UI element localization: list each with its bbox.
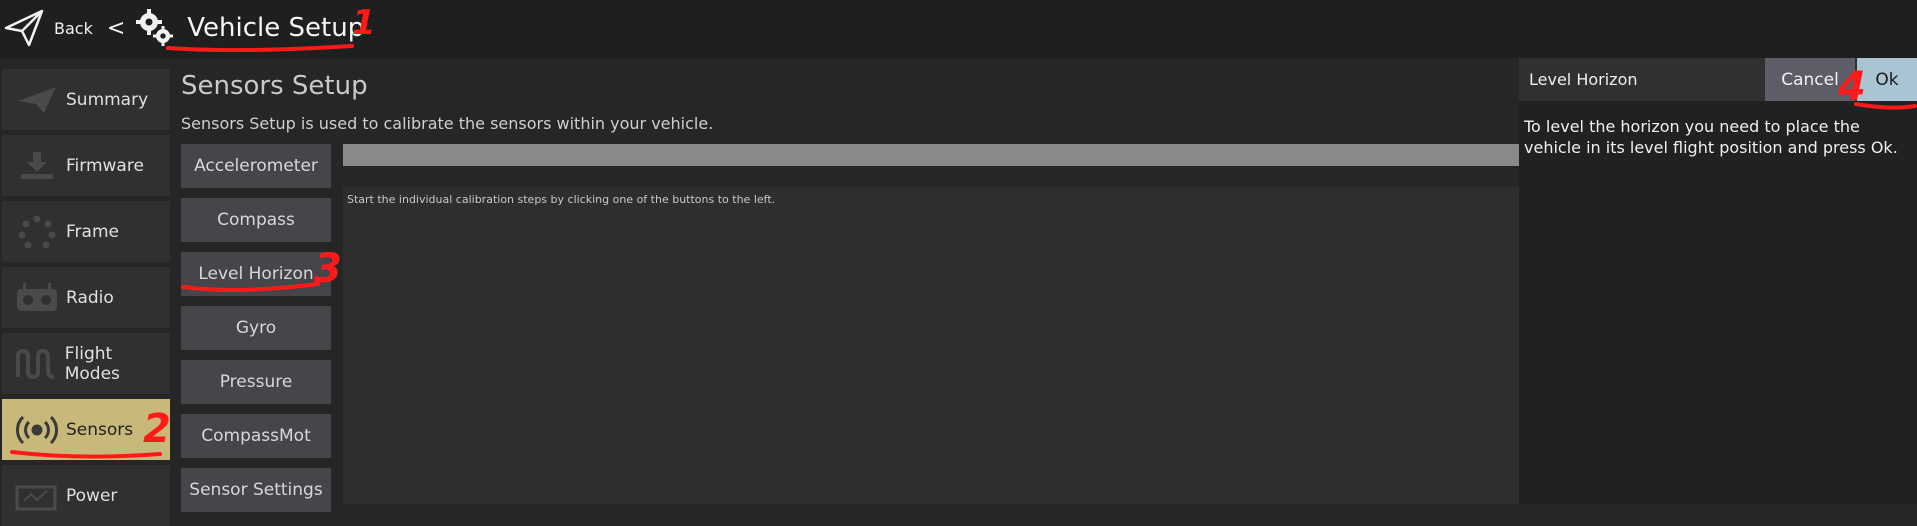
compassmot-button[interactable]: CompassMot: [181, 414, 331, 458]
sidebar-item-flight-modes[interactable]: Flight Modes: [2, 333, 170, 394]
wave-icon: [12, 347, 61, 381]
sidebar-item-summary[interactable]: Summary: [2, 69, 170, 130]
pressure-button[interactable]: Pressure: [181, 360, 331, 404]
plane-icon: [12, 83, 62, 117]
sensors-icon: [12, 413, 62, 447]
sidebar-item-label: Power: [66, 485, 118, 506]
calibration-status-text: Start the individual calibration steps b…: [347, 193, 776, 206]
dialog-instructions: To level the horizon you need to place t…: [1524, 117, 1898, 157]
sidebar-item-label: Firmware: [66, 155, 144, 176]
sidebar-item-sensors[interactable]: Sensors: [2, 399, 170, 460]
gears-icon: [135, 8, 175, 48]
sidebar-item-frame[interactable]: Frame: [2, 201, 170, 262]
calibration-status-area: Start the individual calibration steps b…: [343, 187, 1519, 504]
back-label[interactable]: Back: [54, 19, 93, 38]
sidebar-item-firmware[interactable]: Firmware: [2, 135, 170, 196]
ok-button[interactable]: Ok: [1857, 58, 1917, 101]
dialog-header: Level Horizon Cancel Ok: [1519, 58, 1917, 101]
cancel-button[interactable]: Cancel: [1765, 58, 1855, 101]
sidebar-item-label: Summary: [66, 89, 149, 110]
power-icon: [12, 479, 62, 513]
breadcrumb-separator: <: [106, 15, 126, 41]
dialog-title: Level Horizon: [1529, 70, 1638, 89]
sidebar-item-label: Flight Modes: [64, 343, 120, 384]
sidebar-item-label: Radio: [66, 287, 114, 308]
calibration-progress-bar: [343, 144, 1519, 166]
radio-icon: [12, 281, 62, 315]
sidebar-item-label: Frame: [66, 221, 119, 242]
sidebar-item-power[interactable]: Power: [2, 465, 170, 526]
sensors-setup-description: Sensors Setup is used to calibrate the s…: [181, 114, 714, 133]
sensor-settings-button[interactable]: Sensor Settings: [181, 468, 331, 512]
page-title: Vehicle Setup: [187, 13, 365, 43]
gyro-button[interactable]: Gyro: [181, 306, 331, 350]
sidebar-item-radio[interactable]: Radio: [2, 267, 170, 328]
level-horizon-dialog: Level Horizon Cancel Ok To level the hor…: [1519, 58, 1917, 504]
paper-plane-icon: [4, 8, 44, 48]
accelerometer-button[interactable]: Accelerometer: [181, 144, 331, 188]
sidebar-item-label: Sensors: [66, 419, 134, 440]
back-button[interactable]: Back < Vehicle Setup: [4, 4, 364, 52]
compass-button[interactable]: Compass: [181, 198, 331, 242]
top-bar: Back < Vehicle Setup: [0, 0, 1917, 58]
sensors-setup-title: Sensors Setup: [181, 71, 368, 101]
frame-icon: [12, 215, 62, 249]
level-horizon-button[interactable]: Level Horizon: [181, 252, 331, 296]
download-icon: [12, 149, 62, 183]
